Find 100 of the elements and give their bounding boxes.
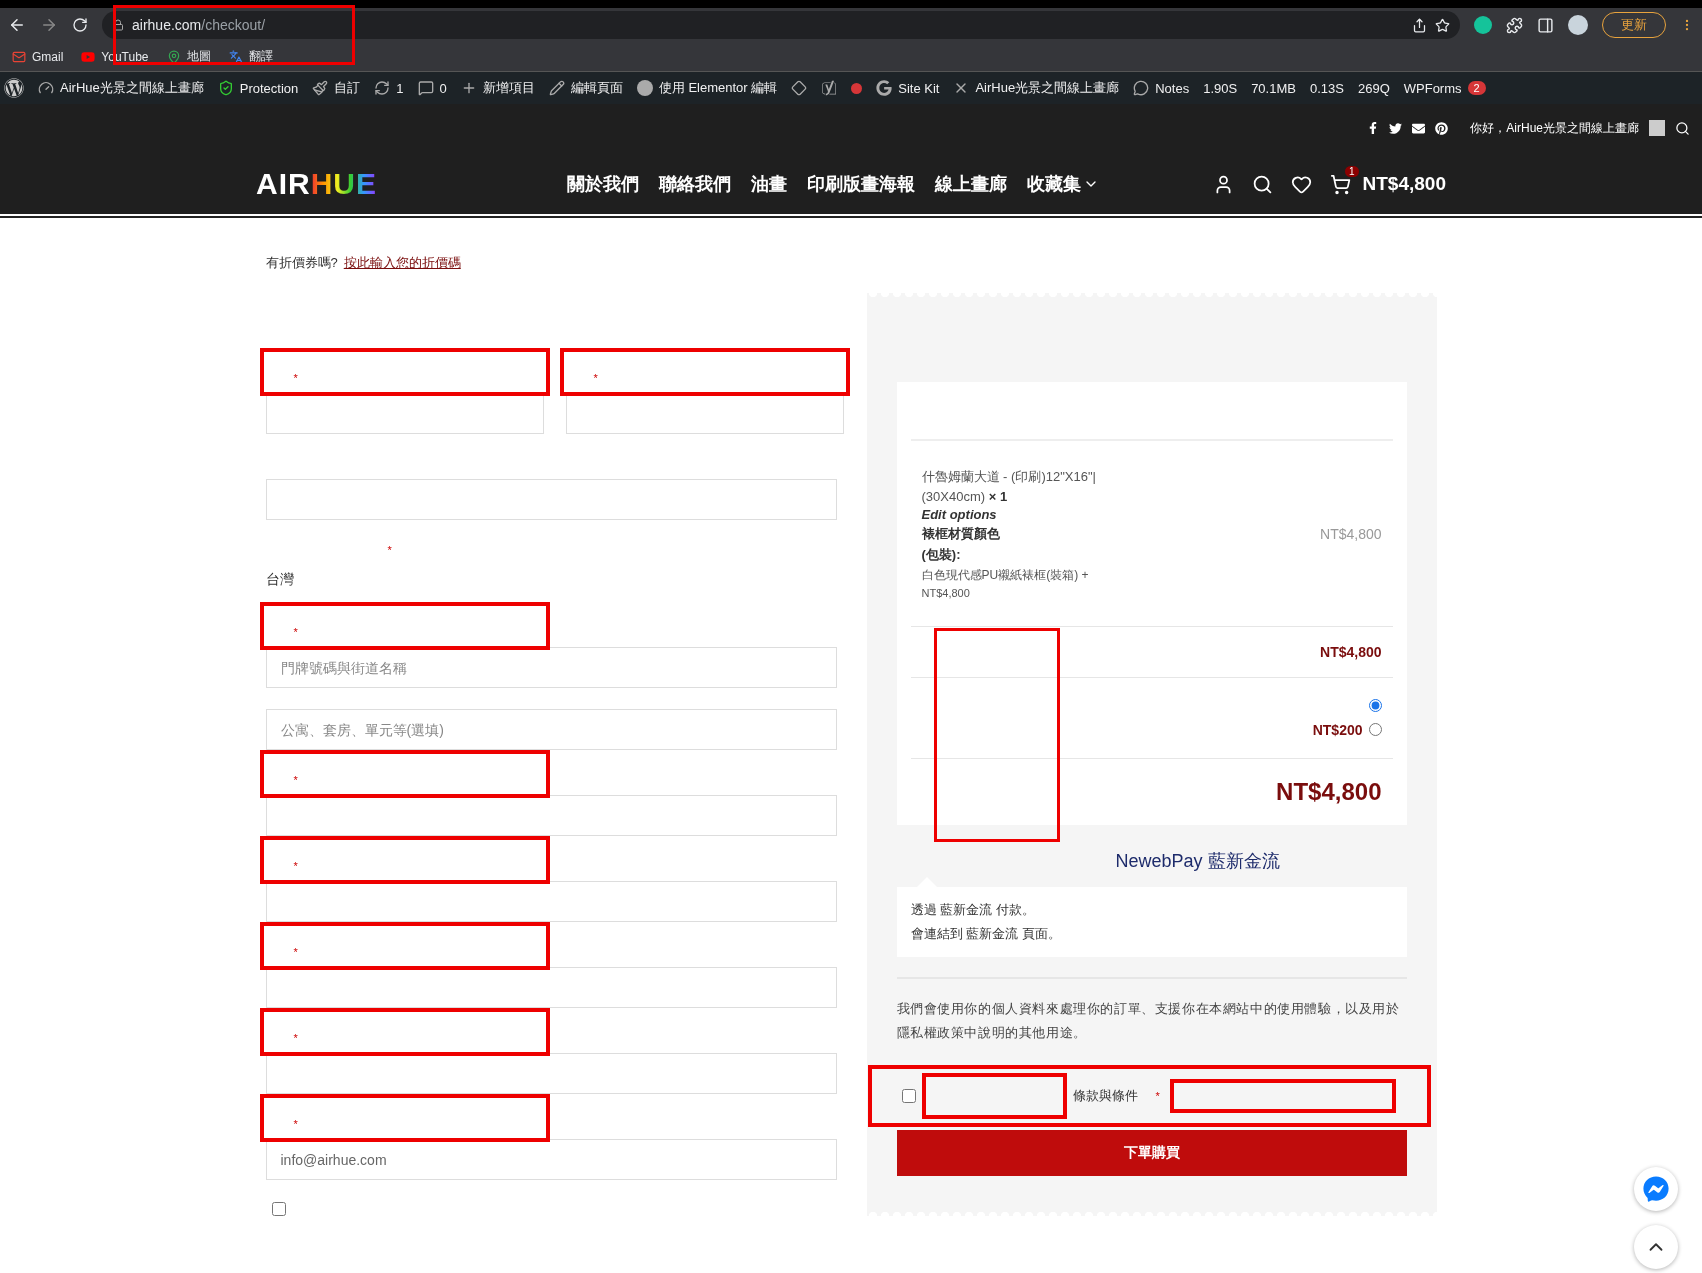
admin-bar-item[interactable]: Notes [1133, 80, 1190, 96]
admin-bar-item[interactable]: AirHue光景之間線上畫廊 [953, 79, 1120, 97]
stat-text: 0.13S [1309, 80, 1344, 96]
option-label: (包裝): [921, 546, 962, 564]
messenger-icon [1643, 1176, 1669, 1202]
g-letter-icon [876, 80, 893, 96]
play-icon [81, 49, 96, 64]
yoast-icon [821, 80, 838, 96]
shield-icon [217, 80, 234, 96]
item-price: NT$4,800 [1320, 525, 1382, 542]
coupon-question: 有折價券嗎? [265, 254, 338, 272]
admin-bar-item[interactable]: WPForms 2 [1403, 80, 1486, 96]
product-name: 什魯姆蘭大道 - (印刷)12"X16"| [921, 468, 1096, 486]
chat-icon [1133, 80, 1150, 96]
twitter-icon [1389, 121, 1403, 135]
greeting-text: 你好，AirHue光景之間線上畫廊 [1470, 119, 1639, 137]
wordpress-icon [4, 78, 24, 98]
input-field[interactable]: 公寓、套房、單元等(選填) [265, 709, 837, 750]
stat-text: 1.90S [1203, 80, 1238, 96]
input-field[interactable] [265, 393, 544, 434]
required-mark: * [293, 860, 298, 872]
input-field[interactable] [265, 881, 837, 922]
admin-bar-item[interactable]: Protection [217, 80, 299, 96]
messenger-button[interactable] [1634, 1167, 1678, 1211]
refresh-icon [374, 80, 391, 96]
admin-bar-item[interactable]: 新增項目 [460, 79, 535, 97]
search-icon [1675, 120, 1690, 136]
grammarly-icon[interactable] [1474, 16, 1492, 34]
nav-link[interactable]: 收藏集 [1027, 172, 1099, 196]
required-mark: * [293, 774, 298, 786]
envelope-icon [1412, 121, 1426, 135]
coupon-link[interactable]: 按此輸入您的折價碼 [343, 254, 461, 272]
shipping-price: NT$200 [1312, 721, 1363, 738]
input-field[interactable] [565, 393, 844, 434]
input-field[interactable]: info@airhue.com [265, 1139, 837, 1180]
terms-checkbox[interactable] [901, 1089, 916, 1103]
star-icon [1435, 17, 1450, 33]
share-icon [1412, 17, 1427, 33]
option-label: 裱框材質顏色 [921, 525, 1001, 543]
avatar-icon [1649, 120, 1665, 136]
bookmark[interactable]: 翻譯 [228, 48, 273, 65]
admin-bar-item[interactable]: AirHue光景之間線上畫廊 [38, 79, 204, 97]
pinterest-icon [1435, 121, 1449, 135]
mail-icon [12, 49, 26, 64]
avatar-icon[interactable] [1568, 15, 1588, 35]
admin-bar-item[interactable]: 自訂 [312, 79, 361, 97]
count-badge: 2 [1467, 81, 1486, 95]
input-field[interactable] [265, 967, 837, 1008]
option-value: 白色現代感PU襯紙裱框(裝箱) + [921, 567, 1090, 584]
input-field[interactable] [265, 479, 837, 520]
forward-icon [40, 16, 58, 34]
admin-bar-item[interactable]: 0 [417, 80, 447, 96]
search-icon [1251, 173, 1273, 195]
edit-options-link[interactable]: Edit options [921, 507, 1096, 522]
nav-link[interactable]: 油畫 [751, 172, 787, 196]
country-select[interactable]: 台灣 [265, 565, 837, 595]
map-icon [166, 49, 181, 64]
option-price: NT$4,800 [921, 587, 971, 599]
place-order-button[interactable]: 下單購買 [896, 1130, 1407, 1176]
input-field[interactable] [265, 1053, 837, 1094]
stat-text: 269Q [1357, 80, 1390, 96]
nav-link[interactable]: 印刷版畫海報 [807, 172, 915, 196]
payment-method-title[interactable]: NewebPay 藍新金流 [988, 849, 1407, 873]
cart-total[interactable]: NT$4,800 [1362, 173, 1446, 195]
required-mark: * [293, 946, 298, 958]
admin-bar-item[interactable]: 編輯頁面 [548, 79, 623, 97]
required-mark: * [293, 1118, 298, 1130]
required-mark: * [593, 372, 598, 384]
cart-count-badge: 1 [1345, 165, 1359, 177]
required-mark: * [387, 544, 392, 556]
dot-icon [851, 82, 863, 94]
input-field[interactable]: 門牌號碼與街道名稱 [265, 647, 837, 688]
reload-icon [72, 17, 88, 33]
shipping-radio[interactable] [1368, 723, 1382, 736]
nav-link[interactable]: 關於我們 [567, 172, 639, 196]
bookmark[interactable]: Gmail [12, 49, 64, 64]
diamond-icon [791, 80, 808, 96]
gauge-icon [38, 80, 54, 96]
required-mark: * [1155, 1090, 1160, 1102]
shipping-radio[interactable] [1368, 698, 1382, 712]
admin-bar-item[interactable]: Site Kit [876, 80, 940, 96]
brush-icon [312, 80, 329, 96]
nav-link[interactable]: 線上畫廊 [935, 172, 1007, 196]
address-bar[interactable]: airhue.com/checkout/ [102, 11, 1460, 39]
admin-bar-item[interactable]: 1 [374, 80, 404, 96]
total-amount: NT$4,800 [1276, 778, 1382, 806]
puzzle-icon [1506, 16, 1523, 34]
pencil-icon [548, 80, 565, 96]
stat-text: 70.1MB [1251, 80, 1296, 96]
required-mark: * [293, 626, 298, 638]
translate-icon [228, 49, 243, 64]
product-size: (30X40cm) × 1 [921, 489, 1009, 504]
checkbox[interactable] [271, 1202, 286, 1216]
side-panel-icon [1537, 16, 1554, 34]
admin-bar-item[interactable]: 使用 Elementor 編輯 [636, 79, 778, 97]
bookmark[interactable]: 地圖 [166, 48, 211, 65]
nav-link[interactable]: 聯絡我們 [659, 172, 731, 196]
input-field[interactable] [265, 795, 837, 836]
required-mark: * [293, 372, 298, 384]
subtotal-amount: NT$4,800 [1320, 644, 1382, 660]
